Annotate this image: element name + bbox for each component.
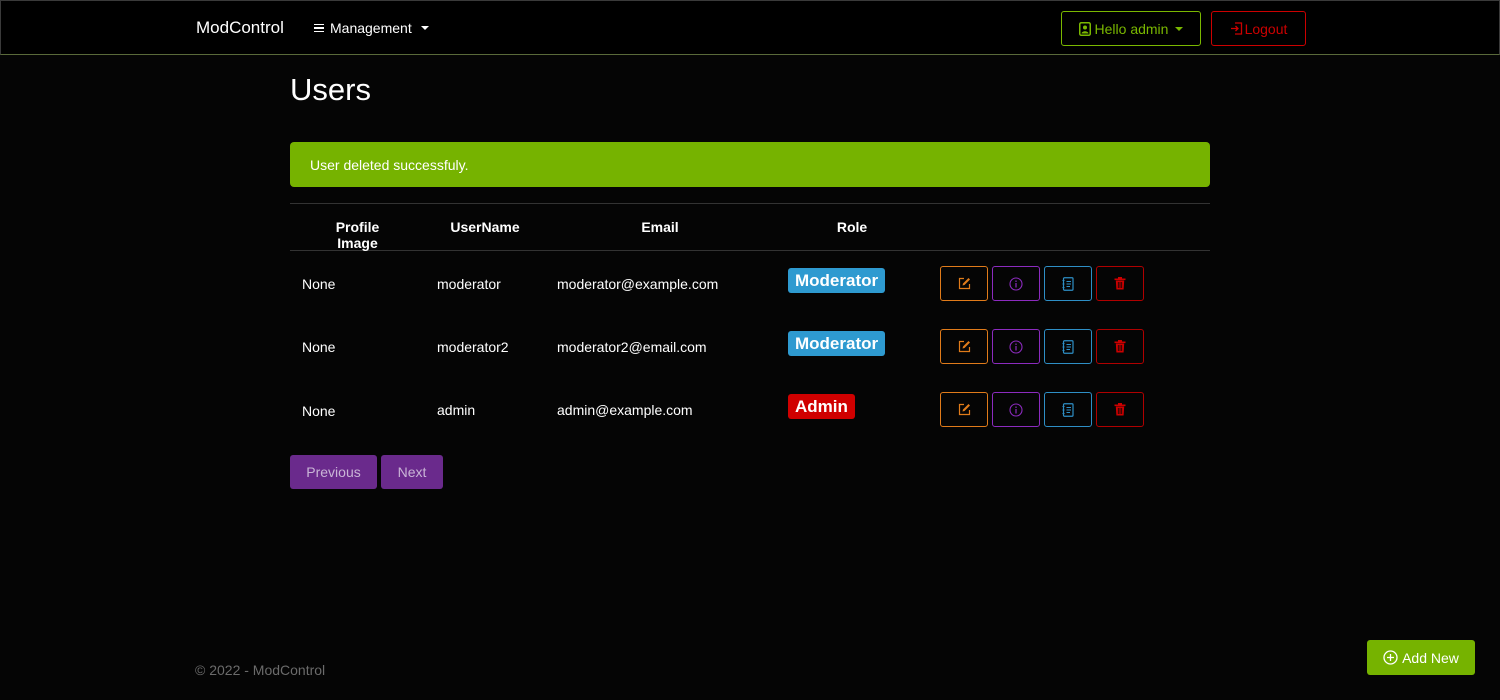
success-alert: User deleted successfuly. <box>290 142 1210 187</box>
role-badge: Moderator <box>788 331 886 356</box>
cell-email: moderator@example.com <box>557 276 719 292</box>
delete-button[interactable] <box>1096 266 1144 301</box>
trash-icon <box>1114 340 1126 353</box>
details-button[interactable] <box>1044 392 1092 427</box>
edit-button[interactable] <box>940 392 988 427</box>
trash-icon <box>1114 277 1126 290</box>
edit-icon <box>958 277 970 290</box>
brand-logo[interactable]: ModControl <box>196 18 284 38</box>
details-icon <box>1062 339 1074 354</box>
user-menu-button[interactable]: Hello admin <box>1061 11 1201 46</box>
next-button[interactable]: Next <box>381 455 443 489</box>
details-button[interactable] <box>1044 329 1092 364</box>
cell-username: admin <box>437 402 476 418</box>
row-actions <box>940 266 1144 301</box>
table-row: None moderator moderator@example.com Mod… <box>290 251 1210 314</box>
cell-profile-image: None <box>302 339 336 355</box>
edit-button[interactable] <box>940 329 988 364</box>
info-button[interactable] <box>992 329 1040 364</box>
add-new-label: Add New <box>1402 649 1459 666</box>
info-button[interactable] <box>992 392 1040 427</box>
page-title: Users <box>290 72 371 107</box>
plus-circle-icon <box>1383 650 1398 665</box>
delete-button[interactable] <box>1096 392 1144 427</box>
logout-button[interactable]: Logout <box>1211 11 1306 46</box>
role-badge: Admin <box>788 394 855 419</box>
edit-button[interactable] <box>940 266 988 301</box>
cell-username: moderator2 <box>437 339 509 355</box>
header-profile-image: Profile Image <box>335 219 380 251</box>
navbar: ModControl Management Hello admin Logout <box>0 0 1500 55</box>
header-email: Email <box>641 219 679 235</box>
hamburger-icon <box>314 23 324 33</box>
role-badge: Moderator <box>788 268 886 293</box>
user-icon <box>1078 21 1091 36</box>
table-row: None admin admin@example.com Admin <box>290 377 1210 440</box>
chevron-down-icon <box>420 26 429 30</box>
add-new-button[interactable]: Add New <box>1367 640 1475 675</box>
info-button[interactable] <box>992 266 1040 301</box>
edit-icon <box>958 403 970 416</box>
details-icon <box>1062 402 1074 417</box>
previous-button[interactable]: Previous <box>290 455 377 489</box>
edit-icon <box>958 340 970 353</box>
footer-copyright: © 2022 - ModControl <box>195 662 326 678</box>
row-actions <box>940 392 1144 427</box>
cell-email: admin@example.com <box>557 402 693 418</box>
cell-email: moderator2@email.com <box>557 339 707 355</box>
header-username: UserName <box>450 219 520 235</box>
users-table: Profile Image UserName Email Role None m… <box>290 203 1210 440</box>
trash-icon <box>1114 403 1126 416</box>
cell-profile-image: None <box>302 276 336 292</box>
details-icon <box>1062 276 1074 291</box>
logout-label: Logout <box>1244 20 1288 37</box>
details-button[interactable] <box>1044 266 1092 301</box>
management-label: Management <box>330 20 412 36</box>
info-icon <box>1009 276 1023 291</box>
management-dropdown[interactable]: Management <box>314 20 429 36</box>
cell-username: moderator <box>437 276 501 292</box>
alert-message: User deleted successfuly. <box>310 157 469 173</box>
user-menu-label: Hello admin <box>1094 20 1169 37</box>
logout-icon <box>1230 22 1242 35</box>
info-icon <box>1009 339 1023 354</box>
table-row: None moderator2 moderator2@email.com Mod… <box>290 314 1210 377</box>
cell-profile-image: None <box>302 403 336 419</box>
header-role: Role <box>836 219 868 235</box>
chevron-down-icon <box>1175 26 1184 31</box>
info-icon <box>1009 402 1023 417</box>
table-header: Profile Image UserName Email Role <box>290 204 1210 251</box>
delete-button[interactable] <box>1096 329 1144 364</box>
row-actions <box>940 329 1144 364</box>
